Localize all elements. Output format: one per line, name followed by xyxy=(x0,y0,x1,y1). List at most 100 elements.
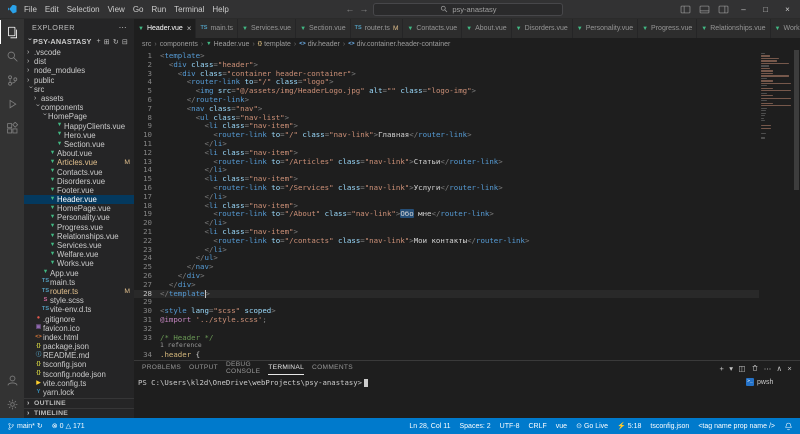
tree-item-app-vue[interactable]: ▼ App.vue xyxy=(24,269,134,278)
tree-item-package-json[interactable]: {} package.json xyxy=(24,342,134,351)
tree-item-personality-vue[interactable]: ▼ Personality.vue xyxy=(24,213,134,222)
toggle-panel-icon[interactable] xyxy=(695,4,713,15)
collapse-all-icon[interactable]: ⊟ xyxy=(122,38,128,46)
tree-item-homepage[interactable]: › HomePage xyxy=(24,112,134,121)
tree-item-components[interactable]: › components xyxy=(24,103,134,112)
code-line-13[interactable]: 13 <router-link to="/Articles" class="na… xyxy=(134,157,759,167)
maximize-button[interactable]: □ xyxy=(755,0,776,18)
tree-item-vite-env-d-ts[interactable]: TS vite-env.d.ts xyxy=(24,305,134,314)
tree-item-main-ts[interactable]: TS main.ts xyxy=(24,278,134,287)
status-timer[interactable]: ⚡ 5:18 xyxy=(617,422,641,431)
editor-scrollbar[interactable] xyxy=(793,50,800,360)
terminal-dropdown-icon[interactable]: ▾ xyxy=(729,364,733,373)
tab-relationships-vue[interactable]: ▼ Relationships.vue xyxy=(697,19,771,38)
tree-item-hero-vue[interactable]: ▼ Hero.vue xyxy=(24,131,134,140)
tree-item-welfare-vue[interactable]: ▼ Welfare.vue xyxy=(24,250,134,259)
status-tsconfig[interactable]: tsconfig.json xyxy=(650,423,689,430)
tree-item-gitignore[interactable]: ● .gitignore xyxy=(24,314,134,324)
codelens-reference[interactable]: 1 reference xyxy=(134,342,759,351)
code-line-23[interactable]: 23 </li> xyxy=(134,245,759,255)
code-line-32[interactable]: 32 xyxy=(134,324,759,334)
tree-item-style-scss[interactable]: Sstyle.scss xyxy=(24,296,134,305)
status-eol[interactable]: CRLF xyxy=(528,423,546,430)
tree-item-happyclients-vue[interactable]: ▼ HappyClients.vue xyxy=(24,122,134,131)
tab-contacts-vue[interactable]: ▼ Contacts.vue xyxy=(403,19,463,38)
tree-item-contacts-vue[interactable]: ▼ Contacts.vue xyxy=(24,167,134,177)
status-encoding[interactable]: UTF-8 xyxy=(500,423,520,430)
menu-terminal[interactable]: Terminal xyxy=(170,5,208,14)
tab-personality-vue[interactable]: ▼ Personality.vue xyxy=(572,19,639,38)
terminal-output[interactable]: PS C:\Users\kl2d\OneDrive\webProjects\ps… xyxy=(134,375,744,418)
tree-item-disorders-vue[interactable]: ▼ Disorders.vue xyxy=(24,177,134,186)
tree-item-readme-md[interactable]: ⓘ README.md xyxy=(24,351,134,360)
tree-item-articles-vue[interactable]: ▼ Articles.vue M xyxy=(24,158,134,167)
breadcrumb-div-header[interactable]: <> div.header xyxy=(299,41,340,48)
tree-item-dist[interactable]: › dist xyxy=(24,57,134,66)
tab-progress-vue[interactable]: ▼ Progress.vue xyxy=(638,19,698,38)
code-line-24[interactable]: 24 </ul> xyxy=(134,253,759,263)
tree-item-header-vue[interactable]: ▼ Header.vue xyxy=(24,195,134,205)
split-terminal-icon[interactable]: ◫ xyxy=(738,364,745,373)
menu-view[interactable]: View xyxy=(104,5,129,14)
explorer-icon[interactable] xyxy=(0,20,24,44)
code-line-16[interactable]: 16 <router-link to="/Services" class="na… xyxy=(134,183,759,193)
tab-disorders-vue[interactable]: ▼ Disorders.vue xyxy=(511,19,573,38)
tab-main-ts[interactable]: TS main.ts xyxy=(196,19,239,38)
breadcrumb-components[interactable]: components xyxy=(160,41,198,48)
status-tag-hint[interactable]: <tag name prop name /> xyxy=(698,423,775,430)
tree-item-vite-config-ts[interactable]: ▶ vite.config.ts xyxy=(24,379,134,388)
minimize-button[interactable]: – xyxy=(733,0,754,18)
new-folder-icon[interactable]: ⊞ xyxy=(104,38,110,46)
tree-item-public[interactable]: › public xyxy=(24,76,134,85)
settings-icon[interactable] xyxy=(0,392,24,416)
breadcrumb-div-container-header-container[interactable]: <> div.container.header-container xyxy=(348,41,450,48)
toggle-secondary-sidebar-icon[interactable] xyxy=(714,4,732,15)
tab-section-vue[interactable]: ▼ Section.vue xyxy=(296,19,351,38)
toggle-sidebar-icon[interactable] xyxy=(676,4,694,15)
source-control-icon[interactable] xyxy=(0,68,24,92)
tree-item-tsconfig-node-json[interactable]: {} tsconfig.node.json xyxy=(24,370,134,379)
panel-tab-output[interactable]: OUTPUT xyxy=(189,361,218,375)
menu-run[interactable]: Run xyxy=(147,5,170,14)
tab-router-ts[interactable]: TS router.ts M xyxy=(350,19,404,38)
tree-item-index-html[interactable]: <> index.html xyxy=(24,333,134,342)
tree-item-section-vue[interactable]: ▼ Section.vue xyxy=(24,140,134,149)
minimap[interactable] xyxy=(759,50,793,360)
search-icon[interactable] xyxy=(0,44,24,68)
maximize-panel-icon[interactable]: ∧ xyxy=(777,364,783,373)
terminal-instance-pwsh[interactable]: >_ pwsh xyxy=(746,378,798,386)
code-line-22[interactable]: 22 <router-link to="/contacts" class="na… xyxy=(134,236,759,246)
status-language-mode[interactable]: vue xyxy=(556,423,567,430)
breadcrumb-template[interactable]: {} template xyxy=(258,41,291,48)
tree-item-assets[interactable]: › assets xyxy=(24,94,134,103)
new-file-icon[interactable]: + xyxy=(96,38,100,46)
tree-item-homepage-vue[interactable]: ▼ HomePage.vue xyxy=(24,204,134,213)
status-indentation[interactable]: Spaces: 2 xyxy=(460,423,491,430)
tree-item-progress-vue[interactable]: ▼ Progress.vue xyxy=(24,223,134,232)
tab-services-vue[interactable]: ▼ Services.vue xyxy=(238,19,297,38)
panel-tab-problems[interactable]: PROBLEMS xyxy=(142,361,181,375)
code-line-31[interactable]: 31 @import '../style.scss'; xyxy=(134,315,759,325)
panel-tab-terminal[interactable]: TERMINAL xyxy=(268,361,305,375)
tree-item-about-vue[interactable]: ▼ About.vue xyxy=(24,149,134,158)
status-go-live[interactable]: ⊙ Go Live xyxy=(576,422,608,431)
close-tab-icon[interactable]: × xyxy=(187,24,192,33)
scrollbar-thumb[interactable] xyxy=(794,50,799,190)
close-button[interactable]: × xyxy=(777,0,798,18)
tree-item-favicon-ico[interactable]: ▣ favicon.ico xyxy=(24,324,134,333)
code-line-25[interactable]: 25 </nav> xyxy=(134,262,759,272)
command-center-search[interactable]: psy-anastasy xyxy=(373,2,564,16)
section-timeline[interactable]: › TIMELINE xyxy=(24,408,134,418)
account-icon[interactable] xyxy=(0,368,24,392)
status-cursor-position[interactable]: Ln 28, Col 11 xyxy=(409,423,450,430)
new-terminal-icon[interactable]: + xyxy=(720,364,725,373)
project-section-header[interactable]: › PSY-ANASTASY + ⊞ ↻ ⊟ xyxy=(24,35,134,48)
menu-go[interactable]: Go xyxy=(129,5,148,14)
history-forward-icon[interactable]: → xyxy=(359,4,368,14)
menu-file[interactable]: File xyxy=(20,5,41,14)
code-line-34[interactable]: 34 .header { xyxy=(134,350,759,360)
run-debug-icon[interactable] xyxy=(0,92,24,116)
tree-item-router-ts[interactable]: TS router.ts M xyxy=(24,287,134,296)
code-area[interactable]: 1 <template> 2 <div class="header"> 3 <div … xyxy=(134,50,759,360)
tree-item-node-modules[interactable]: › node_modules xyxy=(24,66,134,75)
